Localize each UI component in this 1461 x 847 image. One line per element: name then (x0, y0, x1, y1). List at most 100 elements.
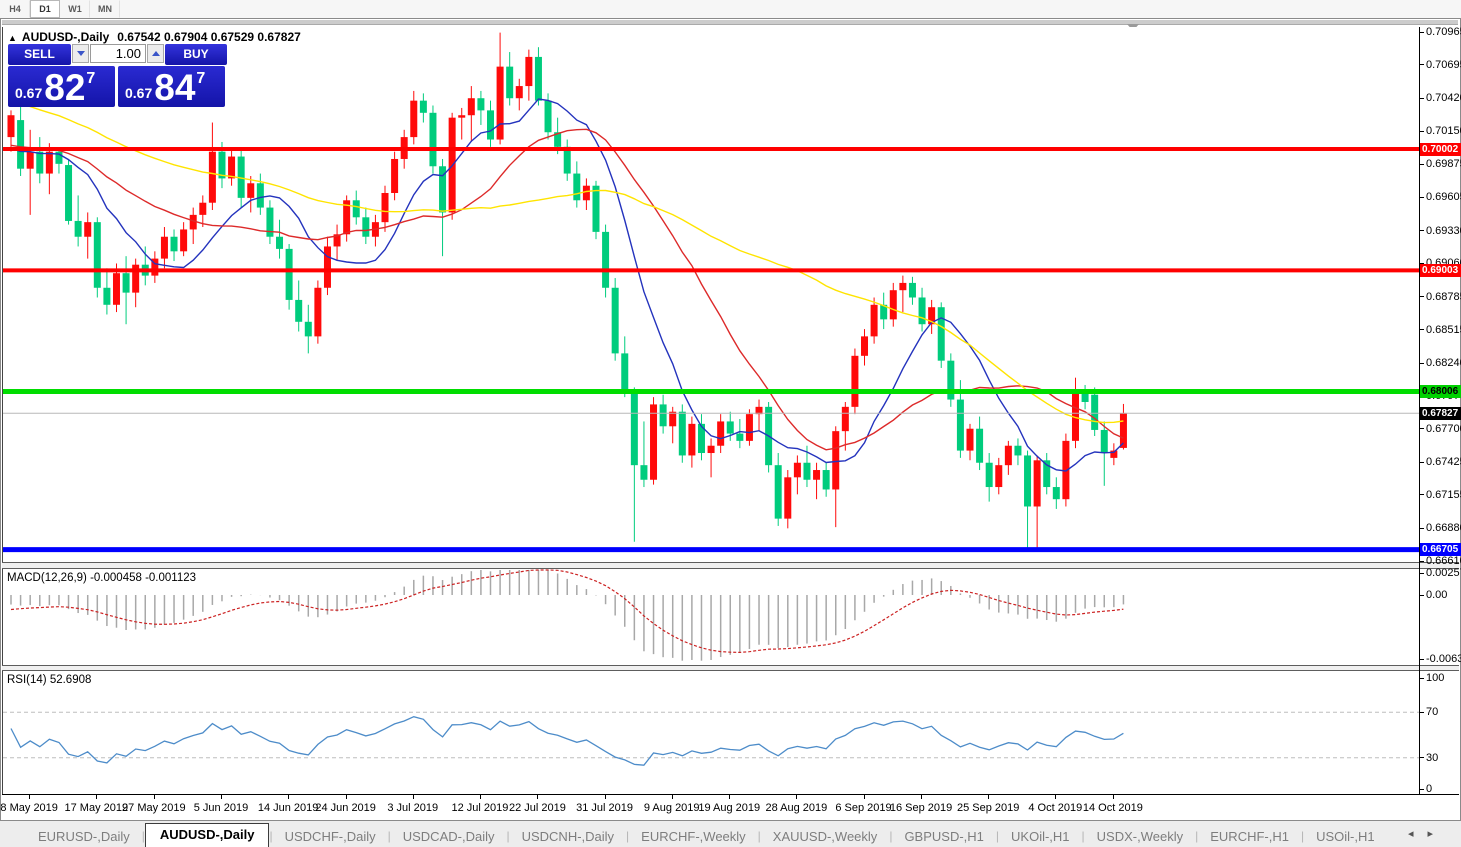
volume-decrease-button[interactable] (72, 44, 89, 63)
candlestick-chart[interactable] (3, 27, 1420, 562)
sell-price-button[interactable]: 0.67 82 7 (8, 66, 115, 107)
price-axis-label: 0.70695 (1426, 58, 1461, 71)
volume-increase-button[interactable] (147, 44, 164, 63)
collapse-icon[interactable]: ▲ (8, 33, 17, 43)
price-axis-tick (1419, 196, 1424, 198)
date-label: 14 Oct 2019 (1082, 802, 1143, 814)
date-label: 22 Jul 2019 (508, 802, 566, 814)
date-label: 6 Sep 2019 (835, 802, 892, 814)
arrow-up-icon (151, 51, 160, 56)
buy-price-button[interactable]: 0.67 84 7 (118, 66, 225, 107)
price-axis-label: 0.69605 (1426, 191, 1461, 204)
symbol-tab-bar: EURUSD-,Daily | AUDUSD-,Daily | USDCHF-,Dail… (0, 820, 1461, 847)
tab-audusd-daily[interactable]: AUDUSD-,Daily (144, 823, 270, 847)
price-badge-0.66705: 0.66705 (1420, 543, 1461, 557)
sell-button[interactable]: SELL (8, 44, 71, 65)
date-tick (537, 795, 539, 799)
date-tick (863, 795, 865, 799)
date-label: 4 Oct 2019 (1028, 802, 1083, 814)
price-axis-tick (1419, 494, 1424, 496)
price-chart-pane[interactable] (2, 27, 1420, 562)
date-tick (288, 795, 290, 799)
date-tick (729, 795, 731, 799)
macd-pane[interactable] (2, 569, 1420, 665)
tab-ukoil-h1[interactable]: UKOil-,H1 (999, 826, 1082, 847)
date-tick (412, 795, 414, 799)
period-button-h4[interactable]: H4 (0, 0, 30, 18)
date-tick (988, 795, 990, 799)
sell-price-sup: 7 (86, 70, 96, 87)
date-label: 12 Jul 2019 (451, 802, 509, 814)
tab-eurusd-daily[interactable]: EURUSD-,Daily (26, 826, 142, 847)
arrow-down-icon (76, 51, 85, 56)
tab-eurchf-h1[interactable]: EURCHF-,H1 (1198, 826, 1301, 847)
date-tick (29, 795, 31, 799)
macd-axis-tick (1419, 658, 1424, 660)
tab-usoil-h1[interactable]: USOil-,H1 (1304, 826, 1387, 847)
tab-xauusd-weekly[interactable]: XAUUSD-,Weekly (761, 826, 890, 847)
chart-scrollbar[interactable] (2, 20, 1458, 25)
price-axis-label: 0.67700 (1426, 422, 1461, 435)
chart-ohlc-values: 0.67542 0.67904 0.67529 0.67827 (117, 30, 301, 44)
tab-gbpusd-h1[interactable]: GBPUSD-,H1 (892, 826, 995, 847)
tab-usdchf-daily[interactable]: USDCHF-,Daily (273, 826, 388, 847)
price-axis-label: 0.69875 (1426, 158, 1461, 171)
rsi-axis-label: 0 (1426, 783, 1433, 795)
rsi-axis-tick (1419, 757, 1424, 759)
period-toolbar: H4 D1 W1 MN (0, 0, 1461, 19)
date-label: 19 Aug 2019 (698, 802, 761, 814)
price-axis-tick (1419, 329, 1424, 331)
macd-axis-label: 0.00 (1426, 589, 1448, 601)
pane-splitter[interactable] (2, 562, 1459, 569)
date-axis: 8 May 2019 17 May 2019 27 May 2019 5 Jun 20… (0, 794, 1459, 820)
price-axis-label: 0.69330 (1426, 224, 1461, 237)
date-label: 24 Jun 2019 (315, 802, 376, 814)
macd-axis-tick (1419, 572, 1424, 574)
price-axis-label: 0.66610 (1426, 555, 1461, 568)
tab-usdcad-daily[interactable]: USDCAD-,Daily (391, 826, 507, 847)
date-label: 17 May 2019 (64, 802, 129, 814)
date-label: 25 Sep 2019 (956, 802, 1020, 814)
chart-symbol: AUDUSD-,Daily (21, 30, 110, 44)
date-label: 14 Jun 2019 (257, 802, 319, 814)
price-axis-label: 0.67425 (1426, 456, 1461, 469)
price-axis-tick (1419, 527, 1424, 529)
price-axis-tick (1419, 230, 1424, 232)
rsi-pane[interactable] (2, 671, 1420, 794)
date-tick (796, 795, 798, 799)
macd-axis-tick (1419, 594, 1424, 596)
buy-price-big: 84 (154, 67, 196, 108)
date-tick (1055, 795, 1057, 799)
rsi-chart (3, 711, 1420, 766)
one-click-trade-panel: SELL 1.00 BUY 0.67 82 7 0.67 84 7 (8, 44, 227, 107)
price-axis-tick (1419, 296, 1424, 298)
period-button-d1[interactable]: D1 (30, 0, 60, 18)
sell-price-prefix: 0.67 (15, 85, 43, 101)
macd-axis-label: -0.006326 (1426, 653, 1461, 665)
volume-input[interactable]: 1.00 (90, 44, 146, 63)
tab-usdcnh-daily[interactable]: USDCNH-,Daily (510, 826, 626, 847)
date-tick (479, 795, 481, 799)
period-button-mn[interactable]: MN (90, 0, 120, 18)
date-tick (153, 795, 155, 799)
date-label: 5 Jun 2019 (193, 802, 249, 814)
date-tick (671, 795, 673, 799)
price-axis-tick (1419, 31, 1424, 33)
tab-eurchf-weekly[interactable]: EURCHF-,Weekly (629, 826, 758, 847)
price-axis-label: 0.70420 (1426, 92, 1461, 105)
rsi-axis-tick (1419, 677, 1424, 679)
buy-button[interactable]: BUY (165, 44, 227, 65)
macd-chart (10, 569, 1125, 661)
price-axis-label: 0.68785 (1426, 290, 1461, 303)
date-tick (921, 795, 923, 799)
date-tick (1112, 795, 1114, 799)
period-button-w1[interactable]: W1 (60, 0, 90, 18)
date-label: 9 Aug 2019 (643, 802, 700, 814)
rsi-axis-tick (1419, 788, 1424, 790)
date-tick (604, 795, 606, 799)
date-label: 8 May 2019 (0, 802, 58, 814)
price-axis-label: 0.68515 (1426, 323, 1461, 336)
tab-scroll-arrows[interactable]: ◂▸ (1408, 827, 1447, 840)
tab-usdx-weekly[interactable]: USDX-,Weekly (1085, 826, 1195, 847)
price-axis-tick (1419, 362, 1424, 364)
